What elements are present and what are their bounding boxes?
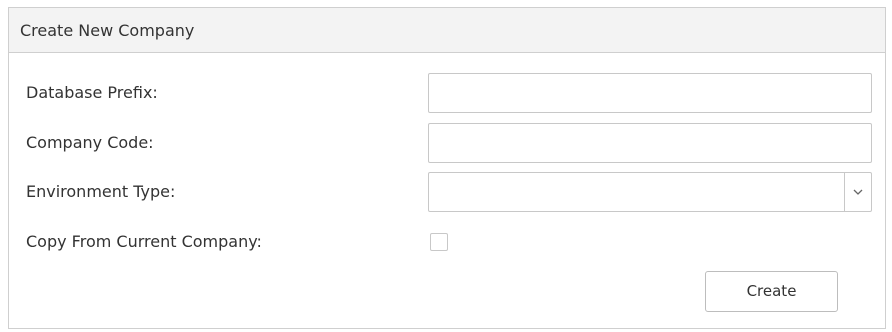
company-code-label: Company Code: — [26, 133, 154, 152]
copy-from-current-label: Copy From Current Company: — [26, 232, 262, 251]
dropdown-toggle[interactable] — [844, 173, 871, 211]
panel-title: Create New Company — [9, 8, 885, 53]
create-button[interactable]: Create — [705, 271, 838, 312]
database-prefix-row: Database Prefix: — [9, 73, 885, 113]
environment-type-select[interactable] — [428, 172, 872, 212]
chevron-down-icon — [853, 189, 863, 195]
company-code-row: Company Code: — [9, 123, 885, 163]
environment-type-row: Environment Type: — [9, 172, 885, 212]
database-prefix-label: Database Prefix: — [26, 83, 158, 102]
database-prefix-input[interactable] — [428, 73, 872, 113]
company-code-input[interactable] — [428, 123, 872, 163]
environment-type-label: Environment Type: — [26, 182, 176, 201]
copy-from-current-checkbox[interactable] — [430, 233, 448, 251]
create-company-panel: Create New Company Database Prefix: Comp… — [8, 7, 886, 329]
copy-from-current-row: Copy From Current Company: — [9, 222, 885, 262]
